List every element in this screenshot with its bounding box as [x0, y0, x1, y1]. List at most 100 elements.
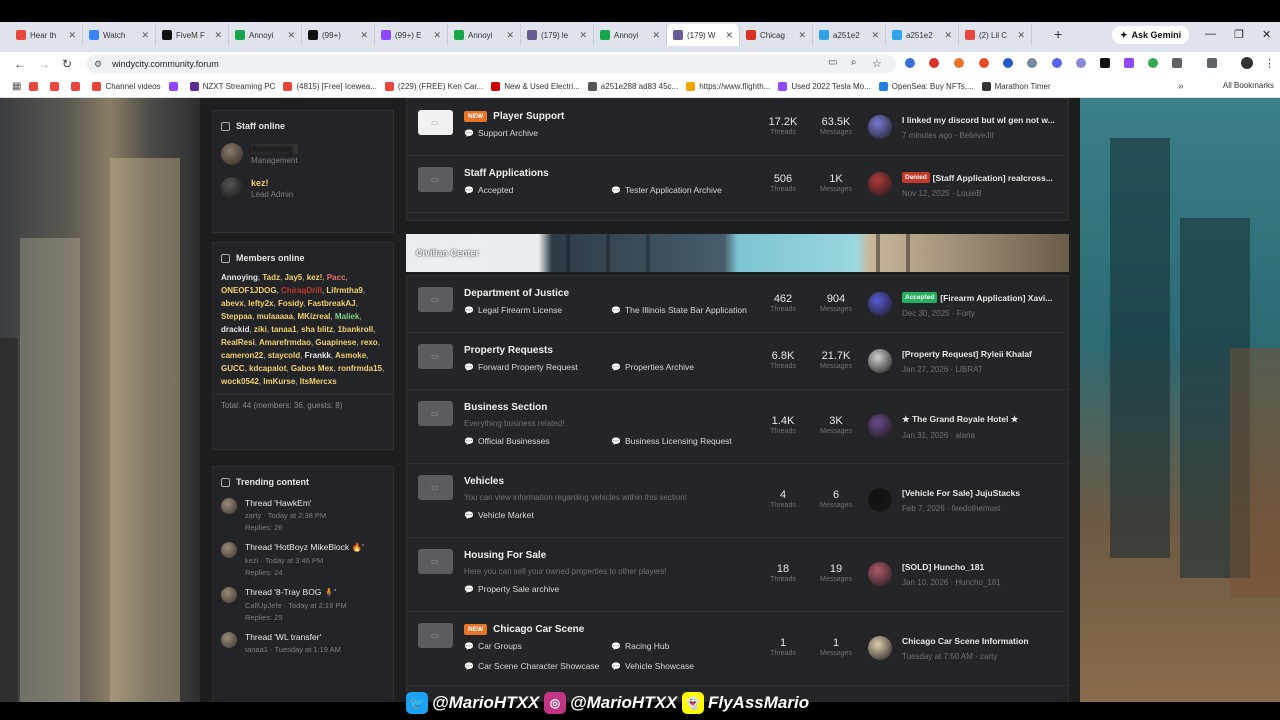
- forum-icon[interactable]: ▭: [418, 401, 453, 426]
- member-link[interactable]: ziki: [254, 325, 267, 334]
- browser-tab[interactable]: Annoyi ✕: [594, 24, 667, 46]
- bookmark-item[interactable]: OpenSea: Buy NFTs,...: [878, 82, 974, 91]
- member-link[interactable]: Fosidy: [278, 299, 303, 308]
- subforum-label[interactable]: Vehicle Market: [478, 510, 534, 520]
- avatar[interactable]: [868, 292, 892, 316]
- browser-tab[interactable]: Annoyi ✕: [229, 24, 302, 46]
- forum-icon[interactable]: ▭: [418, 475, 453, 500]
- forum-title[interactable]: Department of Justice: [464, 288, 569, 299]
- subforum-label[interactable]: Support Archive: [478, 128, 538, 138]
- extension-icon[interactable]: [1124, 58, 1134, 68]
- subforum-link[interactable]: 💬 Legal Firearm License: [464, 305, 562, 315]
- subforum-label[interactable]: Car Scene Character Showcase: [478, 661, 599, 671]
- zoom-icon[interactable]: ⌕: [851, 57, 857, 68]
- extension-icon[interactable]: [979, 58, 989, 68]
- subforum-link[interactable]: 💬 Business Licensing Request: [611, 436, 732, 446]
- forum-icon[interactable]: ▭: [418, 287, 453, 312]
- extension-icon[interactable]: [1052, 58, 1062, 68]
- member-link[interactable]: Maliek: [335, 312, 359, 321]
- forum-title-text[interactable]: Player Support: [493, 111, 564, 122]
- forum-title[interactable]: Business Section: [464, 402, 547, 413]
- member-link[interactable]: ONEOF1JDOG: [221, 286, 277, 295]
- member-link[interactable]: ImKurse: [263, 377, 295, 386]
- trending-thread-title[interactable]: Thread 'WL transfer': [245, 632, 341, 642]
- browser-tab[interactable]: (179) le ✕: [521, 24, 594, 46]
- all-bookmarks-link[interactable]: All Bookmarks: [1223, 81, 1274, 90]
- trending-item[interactable]: Thread 'HotBoyz MikeBlock 🔥' kezi · Today…: [213, 537, 393, 582]
- staff-member[interactable]: kez! Lead Admin: [213, 171, 393, 205]
- latest-post-title[interactable]: [SOLD] Huncho_181: [902, 562, 1001, 572]
- latest-post-title-text[interactable]: [Firearm Application] Xavi...: [940, 293, 1052, 303]
- subforum-label[interactable]: Legal Firearm License: [478, 305, 562, 315]
- extension-icon[interactable]: [905, 58, 915, 68]
- member-link[interactable]: Steppaa: [221, 312, 252, 321]
- bookmark-item[interactable]: [71, 82, 84, 91]
- staff-name[interactable]: Annoying: [251, 143, 298, 154]
- latest-post-title-text[interactable]: [SOLD] Huncho_181: [902, 562, 984, 572]
- subforum-label[interactable]: Car Groups: [478, 641, 522, 651]
- subforum-link[interactable]: 💬 Official Businesses: [464, 436, 550, 446]
- latest-post-title[interactable]: Chicago Car Scene Information: [902, 636, 1029, 646]
- avatar[interactable]: [868, 115, 892, 139]
- subforum-link[interactable]: 💬 Accepted: [464, 185, 513, 195]
- close-tab-icon[interactable]: ✕: [652, 30, 660, 41]
- latest-post-title[interactable]: ★ The Grand Royale Hotel ★: [902, 414, 1018, 425]
- member-link[interactable]: Pacc: [327, 273, 346, 282]
- back-icon[interactable]: ←: [14, 57, 26, 71]
- subforum-label[interactable]: Vehicle Showcase: [625, 661, 694, 671]
- subforum-link[interactable]: 💬 Vehicle Showcase: [611, 661, 694, 671]
- close-tab-icon[interactable]: ✕: [725, 30, 733, 41]
- trending-item[interactable]: Thread 'HawkEm' zarty · Today at 2:38 PM R…: [213, 493, 393, 537]
- extension-icon[interactable]: [1148, 58, 1158, 68]
- bookmarks-overflow-icon[interactable]: »: [1178, 81, 1184, 92]
- site-info-icon[interactable]: ⚙: [94, 59, 102, 70]
- close-tab-icon[interactable]: ✕: [579, 30, 587, 41]
- latest-post-title[interactable]: Accepted [Firearm Application] Xavi...: [902, 292, 1052, 303]
- avatar[interactable]: [868, 488, 892, 512]
- member-link[interactable]: tanaa1: [271, 325, 296, 334]
- close-tab-icon[interactable]: ✕: [798, 30, 806, 41]
- member-link[interactable]: kdcapalot: [249, 364, 286, 373]
- subforum-link[interactable]: 💬 Support Archive: [464, 128, 538, 138]
- avatar[interactable]: [868, 562, 892, 586]
- staff-member[interactable]: Annoying Management: [213, 137, 393, 171]
- apps-grid-icon[interactable]: ▦: [12, 81, 21, 92]
- forum-title[interactable]: Vehicles: [464, 476, 504, 487]
- bookmark-item[interactable]: New & Used Electri...: [491, 82, 580, 91]
- extension-icon[interactable]: [929, 58, 939, 68]
- browser-tab[interactable]: a251e2 ✕: [886, 24, 959, 46]
- member-link[interactable]: ItsMercxs: [300, 377, 337, 386]
- member-link[interactable]: ChiraqDrill: [281, 286, 322, 295]
- forum-title-text[interactable]: Business Section: [464, 402, 547, 413]
- subforum-link[interactable]: 💬 Car Groups: [464, 641, 522, 651]
- extensions-puzzle-icon[interactable]: [1172, 58, 1182, 68]
- menu-kebab-icon[interactable]: ⋮: [1264, 57, 1275, 70]
- browser-tab[interactable]: Hear th ✕: [10, 24, 83, 46]
- extension-icon[interactable]: [1100, 58, 1110, 68]
- new-tab-button[interactable]: +: [1054, 26, 1062, 42]
- subforum-label[interactable]: The Illinois State Bar Application: [625, 305, 747, 315]
- avatar[interactable]: [221, 632, 237, 648]
- trending-thread-title[interactable]: Thread 'HotBoyz MikeBlock 🔥': [245, 542, 364, 553]
- latest-post-title-text[interactable]: [Vehicle For Sale] JujuStacks: [902, 488, 1020, 498]
- member-link[interactable]: 1bankroll: [338, 325, 374, 334]
- extension-icon[interactable]: [954, 58, 964, 68]
- subforum-link[interactable]: 💬 The Illinois State Bar Application: [611, 305, 747, 315]
- member-link[interactable]: Frankk: [305, 351, 331, 360]
- bookmark-item[interactable]: https://www.flighth...: [686, 82, 770, 91]
- browser-tab[interactable]: Chicag ✕: [740, 24, 813, 46]
- subforum-label[interactable]: Tester Application Archive: [625, 185, 722, 195]
- staff-name[interactable]: kez!: [251, 178, 293, 188]
- subforum-link[interactable]: 💬 Forward Property Request: [464, 362, 578, 372]
- address-bar[interactable]: ⚙ windycity.community.forum: [86, 55, 896, 73]
- latest-post-title-text[interactable]: ★ The Grand Royale Hotel ★: [902, 414, 1018, 425]
- bookmark-star-icon[interactable]: ☆: [872, 57, 882, 70]
- bookmark-item[interactable]: Channel videos: [92, 82, 161, 91]
- forum-title[interactable]: Staff Applications: [464, 168, 549, 179]
- member-link[interactable]: rexo: [361, 338, 378, 347]
- latest-post-title-text[interactable]: I linked my discord but wl gen not w...: [902, 115, 1055, 125]
- avatar[interactable]: [221, 177, 243, 199]
- forum-icon[interactable]: ▭: [418, 167, 453, 192]
- ask-gemini-button[interactable]: ✦ Ask Gemini: [1112, 26, 1190, 44]
- reload-icon[interactable]: ↻: [62, 57, 72, 71]
